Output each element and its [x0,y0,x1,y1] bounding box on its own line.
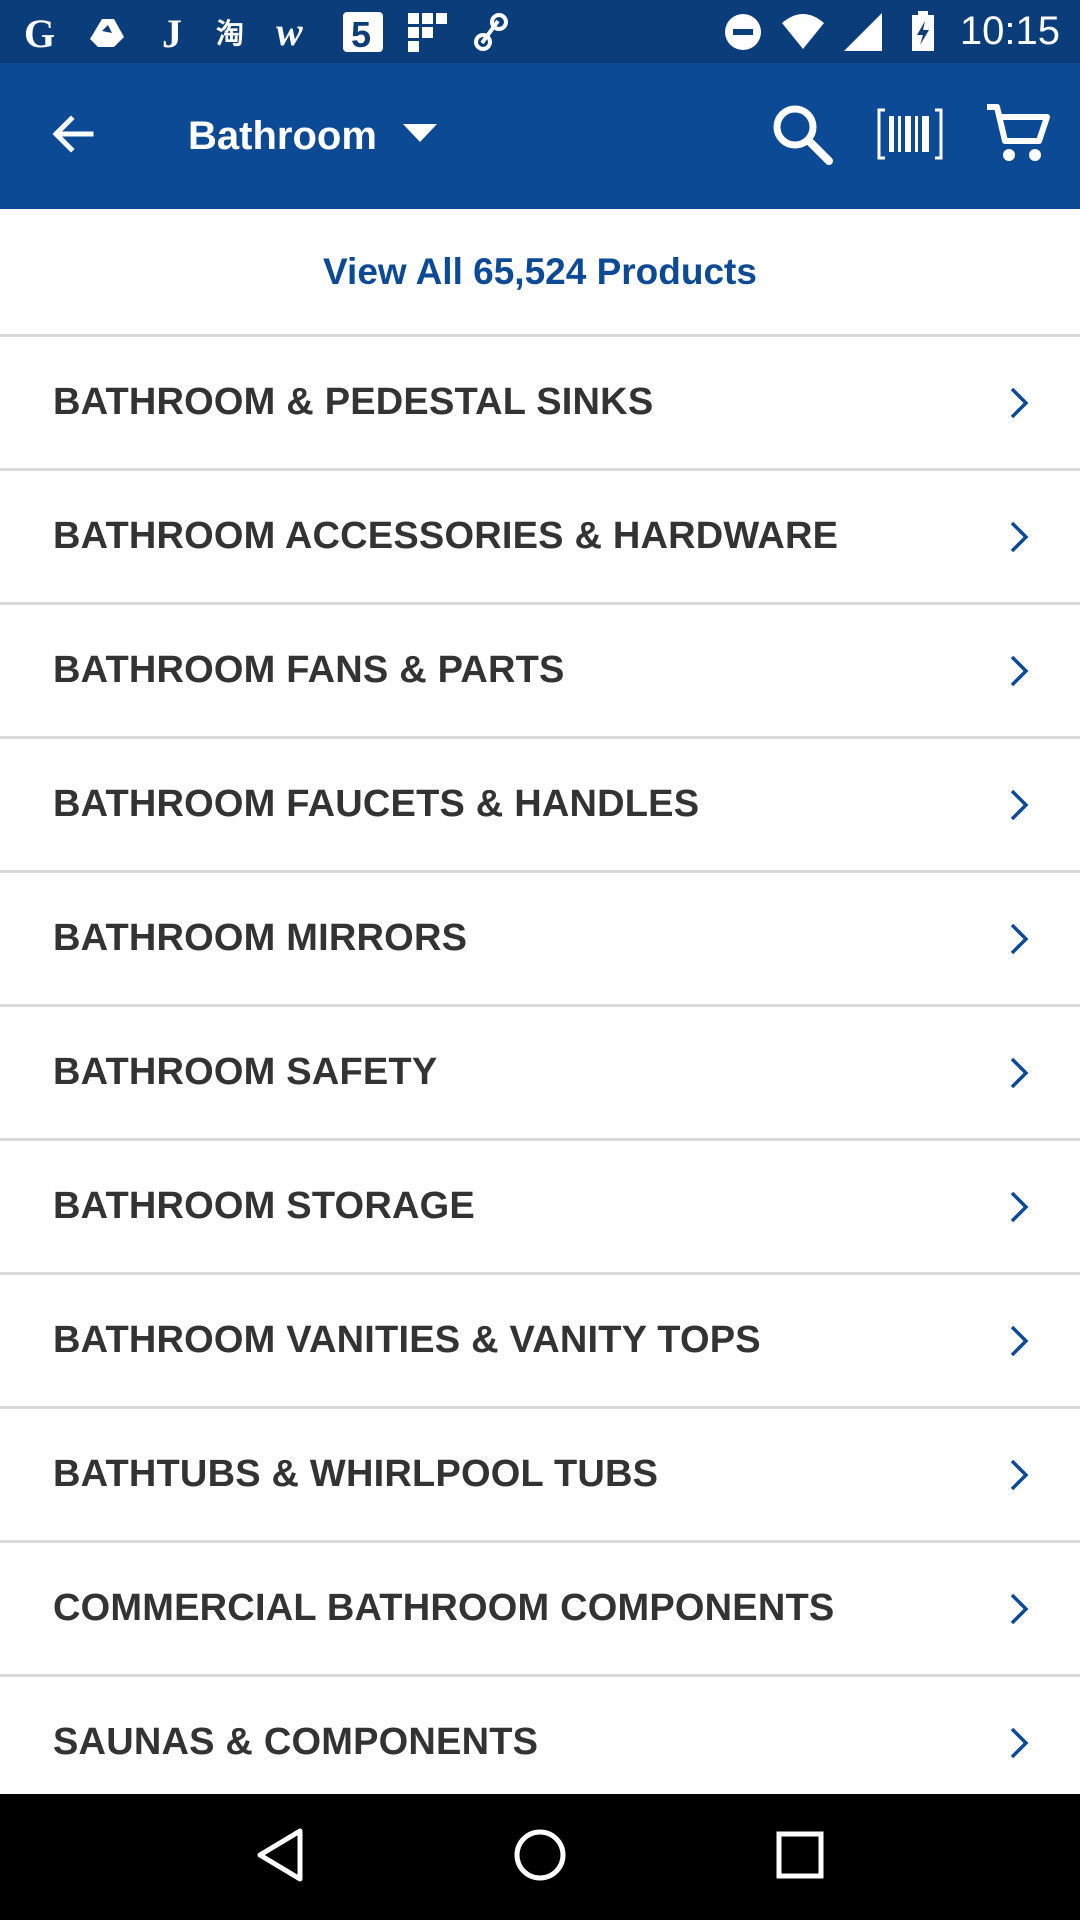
category-label: COMMERCIAL BATHROOM COMPONENTS [53,1587,835,1629]
taobao-icon: 淘 [212,9,258,55]
svg-text:淘: 淘 [216,17,244,50]
search-icon [769,101,835,172]
category-row[interactable]: BATHROOM MIRRORS [0,873,1080,1007]
back-button[interactable] [18,81,128,191]
category-row[interactable]: SAUNAS & COMPONENTS [0,1677,1080,1811]
nav-recents-button[interactable] [760,1817,840,1897]
chevron-right-icon [1002,919,1036,959]
view-all-products-row[interactable]: View All 65,524 Products [0,209,1080,337]
grid-app-icon [404,9,450,55]
nav-home-button[interactable] [500,1817,580,1897]
category-label: BATHROOM FAUCETS & HANDLES [53,783,700,825]
do-not-disturb-icon [720,9,766,55]
svg-text:5: 5 [351,14,371,55]
five-app-icon: 5 [340,9,386,55]
barcode-icon [877,108,943,165]
view-all-products-link[interactable]: View All 65,524 Products [323,251,757,293]
status-bar: G J 淘 w 5 10:15 [0,0,1080,63]
app-bar: Bathroom [0,63,1080,209]
cart-button[interactable] [978,96,1058,176]
wifi-icon [780,9,826,55]
chevron-right-icon [1002,1187,1036,1227]
recents-square-icon [775,1830,825,1885]
category-dropdown[interactable]: Bathroom [188,114,437,159]
category-list: BATHROOM & PEDESTAL SINKS BATHROOM ACCES… [0,337,1080,1811]
category-label: BATHROOM ACCESSORIES & HARDWARE [53,515,839,557]
category-row[interactable]: BATHROOM SAFETY [0,1007,1080,1141]
category-label: BATHROOM & PEDESTAL SINKS [53,381,654,423]
link-app-icon [468,9,514,55]
category-label: BATHTUBS & WHIRLPOOL TUBS [53,1453,659,1495]
barcode-scan-button[interactable] [870,96,950,176]
category-label: BATHROOM VANITIES & VANITY TOPS [53,1319,761,1361]
svg-text:G: G [24,11,55,55]
category-row[interactable]: BATHROOM ACCESSORIES & HARDWARE [0,471,1080,605]
category-row[interactable]: BATHROOM VANITIES & VANITY TOPS [0,1275,1080,1409]
drive-icon [84,9,130,55]
clock-time: 10:15 [959,9,1060,53]
chevron-right-icon [1002,1589,1036,1629]
category-row[interactable]: BATHROOM & PEDESTAL SINKS [0,337,1080,471]
notification-icons: G J 淘 w 5 [20,9,514,55]
dropdown-caret-icon [402,123,437,149]
w-app-icon: w [276,9,322,55]
category-row[interactable]: BATHROOM FANS & PARTS [0,605,1080,739]
svg-text:w: w [276,9,303,54]
google-icon: G [20,9,66,55]
app-bar-actions [762,96,1058,176]
chevron-right-icon [1002,1053,1036,1093]
chevron-right-icon [1002,517,1036,557]
svg-text:J: J [162,11,182,55]
system-navigation-bar [0,1794,1080,1920]
chevron-right-icon [1002,785,1036,825]
back-triangle-icon [254,1827,306,1888]
category-label: BATHROOM FANS & PARTS [53,649,565,691]
category-label: BATHROOM MIRRORS [53,917,468,959]
category-row[interactable]: BATHROOM FAUCETS & HANDLES [0,739,1080,873]
category-row[interactable]: BATHTUBS & WHIRLPOOL TUBS [0,1409,1080,1543]
system-icons: 10:15 [720,9,1060,55]
category-label: BATHROOM SAFETY [53,1051,438,1093]
page-title: Bathroom [188,113,377,158]
category-label: BATHROOM STORAGE [53,1185,475,1227]
battery-charging-icon [900,9,946,55]
chevron-right-icon [1002,1723,1036,1763]
nav-back-button[interactable] [240,1817,320,1897]
home-circle-icon [512,1827,568,1888]
chevron-right-icon [1002,383,1036,423]
chevron-right-icon [1002,651,1036,691]
j-app-icon: J [148,9,194,55]
back-arrow-icon [49,110,97,163]
category-label: SAUNAS & COMPONENTS [53,1721,539,1763]
search-button[interactable] [762,96,842,176]
chevron-right-icon [1002,1321,1036,1361]
chevron-right-icon [1002,1455,1036,1495]
signal-icon [840,9,886,55]
category-row[interactable]: BATHROOM STORAGE [0,1141,1080,1275]
cart-icon [985,101,1051,172]
category-row[interactable]: COMMERCIAL BATHROOM COMPONENTS [0,1543,1080,1677]
